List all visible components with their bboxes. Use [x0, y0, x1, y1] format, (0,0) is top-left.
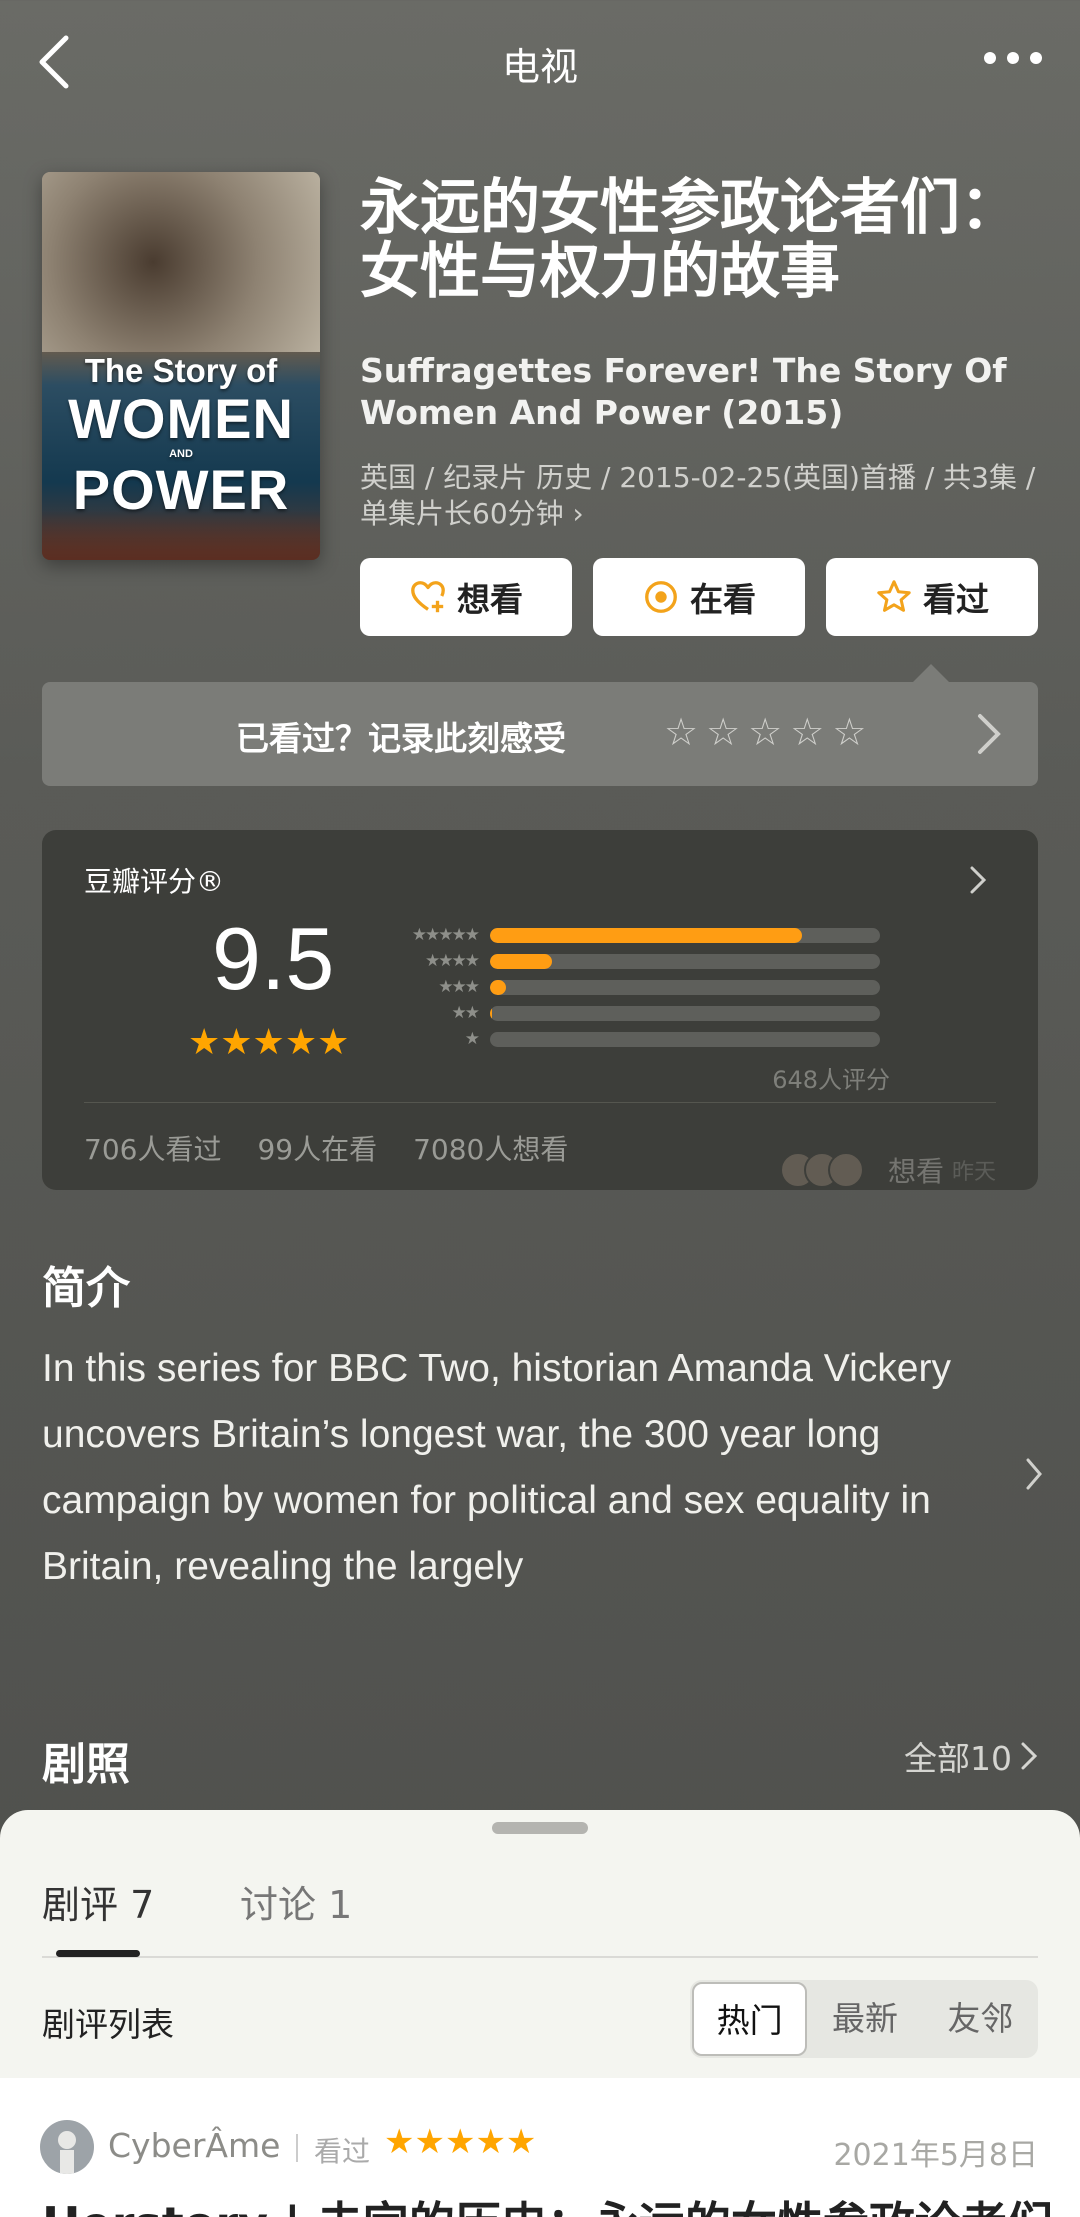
review-title[interactable]: Herstory | 未完的历史：永远的女性参政论者们	[42, 2188, 1053, 2217]
dist-track-5	[490, 927, 880, 943]
poster-photo	[42, 172, 320, 352]
avatar	[827, 1152, 864, 1188]
page-title: 电视	[501, 45, 578, 89]
poster-line-1: The Story of	[84, 352, 278, 389]
bottom-sheet: 剧评 7 讨论 1 剧评列表 热门 最新 友邻 CyberÂme 看过 ★★★★…	[0, 1810, 1080, 2217]
sort-latest[interactable]: 最新	[807, 1982, 922, 2056]
avatar[interactable]	[40, 2120, 94, 2174]
watch-stats: 706人看过 99人在看 7080人想看	[84, 1128, 568, 1168]
active-tab-indicator	[56, 1950, 140, 1957]
stat-want[interactable]: 7080人想看	[413, 1128, 568, 1168]
poster-line-2: WOMEN	[68, 387, 294, 450]
review-stars: ★★★★★	[384, 2122, 537, 2162]
dist-track-4	[490, 953, 880, 969]
watched-button[interactable]: 看过	[826, 558, 1038, 636]
dist-track-1	[490, 1031, 880, 1047]
sort-hot[interactable]: 热门	[692, 1982, 808, 2056]
divider	[42, 1956, 1038, 1958]
record-prompt: 已看过？记录此刻感受	[236, 719, 566, 758]
review-list-label: 剧评列表	[42, 2005, 174, 2044]
rating-input-stars[interactable]: ☆ ☆ ☆ ☆ ☆	[664, 712, 866, 752]
watching-label: 在看	[690, 580, 756, 619]
top-bar: 电视	[0, 0, 1080, 126]
intro-text[interactable]: In this series for BBC Two, historian Am…	[42, 1336, 982, 1600]
heart-plus-icon	[411, 581, 445, 613]
poster-image[interactable]: The Story of WOMEN AND POWER	[42, 172, 320, 560]
dist-row-2: ★★	[390, 1000, 910, 1026]
want-label: 想看	[457, 580, 523, 619]
stat-watched[interactable]: 706人看过	[84, 1128, 221, 1168]
subject-meta[interactable]: 英国 / 纪录片 历史 / 2015-02-25(英国)首播 / 共3集 / 单…	[360, 460, 1040, 532]
star-icon	[877, 580, 911, 612]
intro-heading: 简介	[42, 1263, 130, 1314]
rating-stars: ★★★★★	[188, 1022, 350, 1063]
dist-track-3	[490, 979, 880, 995]
subject-title-cn: 永远的女性参政论者们：女性与权力的故事	[360, 173, 1020, 307]
dist-row-5: ★★★★★	[390, 922, 910, 948]
dist-stars-2: ★★	[451, 1003, 480, 1023]
stills-all-label: 全部10	[904, 1739, 1012, 1778]
divider	[84, 1102, 996, 1103]
dist-track-2	[490, 1005, 880, 1021]
record-feeling-bar[interactable]: 已看过？记录此刻感受 ☆ ☆ ☆ ☆ ☆	[42, 682, 1038, 786]
rating-label: 豆瓣评分®	[84, 865, 225, 898]
dist-row-4: ★★★★	[390, 948, 910, 974]
dist-bar-2	[490, 1005, 492, 1021]
popover-notch	[913, 664, 949, 682]
dist-bar-3	[490, 979, 506, 995]
stills-heading: 剧照	[42, 1739, 130, 1790]
user-avatar-icon	[58, 2131, 76, 2174]
rating-star-4[interactable]: ☆	[790, 712, 824, 752]
review-status: 看过	[314, 2135, 371, 2168]
review-username[interactable]: CyberÂme	[108, 2126, 280, 2165]
target-icon	[645, 581, 677, 613]
friend-activity[interactable]: 想看 昨天	[779, 1150, 996, 1190]
dist-row-1: ★	[390, 1026, 910, 1052]
dist-bar-4	[490, 953, 553, 969]
want-button[interactable]: 想看	[360, 558, 572, 636]
tab-reviews[interactable]: 剧评 7	[42, 1874, 154, 1929]
more-icon[interactable]	[982, 46, 1044, 70]
rating-star-3[interactable]: ☆	[748, 712, 782, 752]
tab-discussions[interactable]: 讨论 1	[240, 1874, 352, 1929]
subject-title-en: Suffragettes Forever! The Story Of Women…	[360, 351, 1007, 432]
chevron-right-icon	[978, 714, 1001, 754]
friend-action: 想看	[887, 1155, 944, 1188]
rating-card[interactable]: 豆瓣评分® 9.5 ★★★★★ ★★★★★ ★★★★ ★★★ ★★ ★ 648人…	[42, 830, 1038, 1190]
friend-time: 昨天	[951, 1160, 996, 1185]
rating-count: 648人评分	[772, 1066, 890, 1094]
dist-stars-5: ★★★★★	[411, 925, 480, 945]
stills-all-link[interactable]: 全部10	[904, 1732, 1038, 1780]
rating-star-1[interactable]: ☆	[664, 712, 698, 752]
watched-label: 看过	[923, 580, 989, 619]
chevron-right-icon	[1021, 1742, 1038, 1770]
chevron-right-icon[interactable]	[1024, 1456, 1044, 1492]
sort-segmented-control: 热门 最新 友邻	[690, 1980, 1038, 2058]
dist-stars-3: ★★★	[438, 977, 480, 997]
dist-row-3: ★★★	[390, 974, 910, 1000]
chevron-right-icon	[970, 866, 987, 894]
rating-star-2[interactable]: ☆	[706, 712, 740, 752]
separator	[296, 2134, 298, 2162]
dist-stars-1: ★	[464, 1029, 480, 1049]
review-date: 2021年5月8日	[833, 2138, 1038, 2173]
dist-stars-4: ★★★★	[425, 951, 480, 971]
dist-bar-5	[490, 927, 802, 943]
sort-friends[interactable]: 友邻	[923, 1982, 1038, 2056]
watching-button[interactable]: 在看	[593, 558, 805, 636]
rating-distribution: ★★★★★ ★★★★ ★★★ ★★ ★	[390, 922, 910, 1052]
poster-title: The Story of WOMEN AND POWER	[42, 350, 320, 518]
rating-star-5[interactable]: ☆	[832, 712, 866, 752]
friend-avatars	[779, 1152, 880, 1188]
stat-watching[interactable]: 99人在看	[257, 1128, 377, 1168]
drag-handle[interactable]	[492, 1822, 588, 1834]
review-item[interactable]: CyberÂme 看过 ★★★★★ 2021年5月8日 Herstory | 未…	[0, 2078, 1080, 2217]
poster-bottom	[42, 510, 320, 560]
rating-score: 9.5	[212, 909, 335, 1008]
